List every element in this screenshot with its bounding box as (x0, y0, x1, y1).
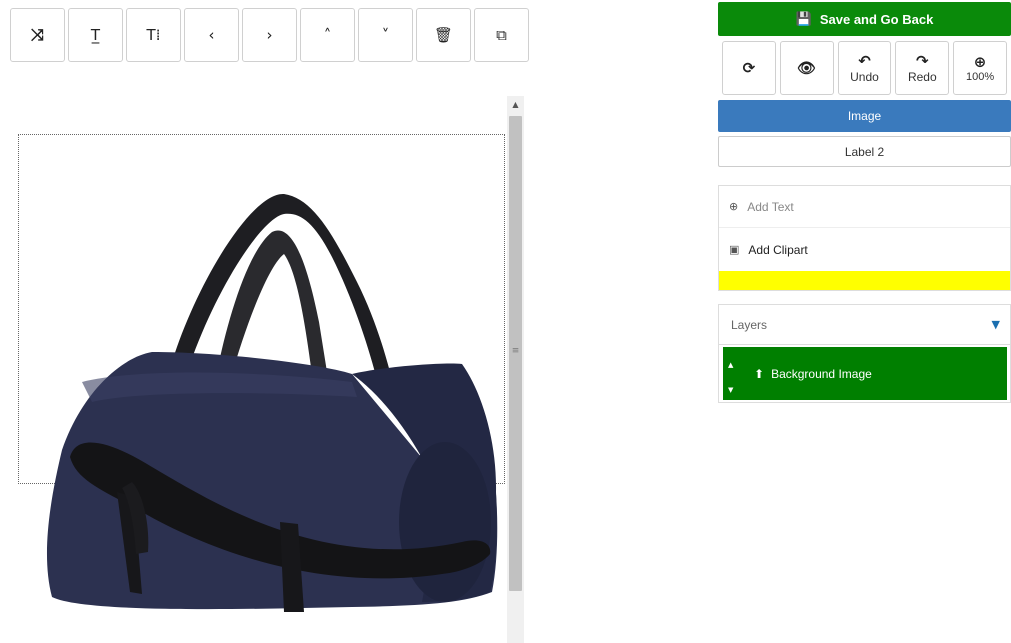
right-panel: 💾 Save and Go Back ⟳ 👁 ↶ Undo ↷ Redo ⊕ 100%… (718, 2, 1011, 403)
trash-icon: 🗑 (433, 26, 454, 44)
layer-item-background-image[interactable]: ▲ ▼ ⬆ Background Image (723, 347, 1007, 400)
layer-reorder-controls: ▲ ▼ (728, 353, 733, 403)
design-canvas[interactable]: ▲ ≡ (0, 92, 525, 643)
tab-image-label: Image (847, 109, 882, 123)
chevron-up-icon: ˄ (323, 26, 332, 44)
add-elements-panel: ⊕ Add Text ▣ Add Clipart (718, 185, 1011, 291)
caret-down-icon: ▼ (991, 318, 1000, 331)
highlight-bar (719, 271, 1010, 290)
add-clipart-label: Add Clipart (748, 242, 808, 257)
refresh-icon: ⟳ (742, 59, 756, 77)
delete-button[interactable]: 🗑 (416, 8, 471, 62)
add-clipart-button[interactable]: ▣ Add Clipart (719, 228, 1010, 271)
preview-button[interactable]: 👁 (779, 41, 834, 95)
chevron-down-icon: ˅ (381, 26, 390, 44)
vertical-scrollbar[interactable]: ▲ ≡ (507, 96, 524, 643)
move-up-button[interactable]: ˄ (300, 8, 355, 62)
refresh-button[interactable]: ⟳ (722, 41, 776, 95)
undo-label: Undo (850, 69, 879, 84)
editor-toolbar: ⤨ T̲ T⁞ ‹ › ˄ ˅ 🗑 ⧉ (10, 8, 532, 62)
undo-button[interactable]: ↶ Undo (837, 41, 892, 95)
layers-panel: Layers ▼ ▲ ▼ ⬆ Background Image (718, 304, 1011, 403)
clone-button[interactable]: ⧉ (474, 8, 529, 62)
chevron-left-icon: ‹ (208, 26, 215, 44)
text-button[interactable]: T̲ (68, 8, 123, 62)
redo-label: Redo (907, 69, 937, 84)
shuffle-button[interactable]: ⤨ (10, 8, 65, 62)
duffel-bag-image[interactable] (22, 192, 500, 617)
scroll-up-arrow-icon[interactable]: ▲ (507, 96, 524, 113)
tab-label-2[interactable]: Label 2 (718, 136, 1011, 167)
clone-icon: ⧉ (496, 26, 507, 44)
tool-buttons: ⟳ 👁 ↶ Undo ↷ Redo ⊕ 100% (722, 41, 1011, 95)
save-and-go-back-button[interactable]: 💾 Save and Go Back (718, 2, 1011, 36)
chevron-right-icon: › (266, 26, 273, 44)
scrollbar-grip-icon: ≡ (511, 346, 520, 356)
text-height-button[interactable]: T⁞ (126, 8, 181, 62)
text-icon: T̲ (90, 26, 101, 44)
zoom-level: 100% (966, 70, 995, 83)
plus-circle-icon: ⊕ (729, 200, 739, 213)
undo-icon: ↶ (858, 51, 871, 70)
tab-image[interactable]: Image (718, 100, 1011, 132)
layer-move-down-icon[interactable]: ▼ (728, 378, 733, 403)
redo-button[interactable]: ↷ Redo (895, 41, 950, 95)
text-height-icon: T⁞ (146, 26, 161, 44)
zoom-in-icon: ⊕ (973, 52, 987, 71)
floppy-disk-icon: 💾 (795, 11, 812, 27)
image-icon: ▣ (729, 243, 740, 256)
layers-header[interactable]: Layers ▼ (719, 305, 1010, 345)
eye-icon: 👁 (797, 59, 817, 77)
add-text-label: Add Text (747, 199, 794, 214)
add-text-button[interactable]: ⊕ Add Text (719, 186, 1010, 228)
move-down-button[interactable]: ˅ (358, 8, 413, 62)
tab-label-2-label: Label 2 (844, 144, 885, 159)
upload-icon: ⬆ (754, 366, 765, 381)
move-right-button[interactable]: › (242, 8, 297, 62)
move-left-button[interactable]: ‹ (184, 8, 239, 62)
shuffle-icon: ⤨ (31, 25, 44, 44)
zoom-button[interactable]: ⊕ 100% (953, 41, 1007, 95)
save-button-label: Save and Go Back (819, 11, 934, 27)
layer-move-up-icon[interactable]: ▲ (728, 353, 733, 378)
layer-name: Background Image (771, 366, 872, 381)
layers-title: Layers (731, 317, 768, 332)
redo-icon: ↷ (916, 51, 929, 70)
